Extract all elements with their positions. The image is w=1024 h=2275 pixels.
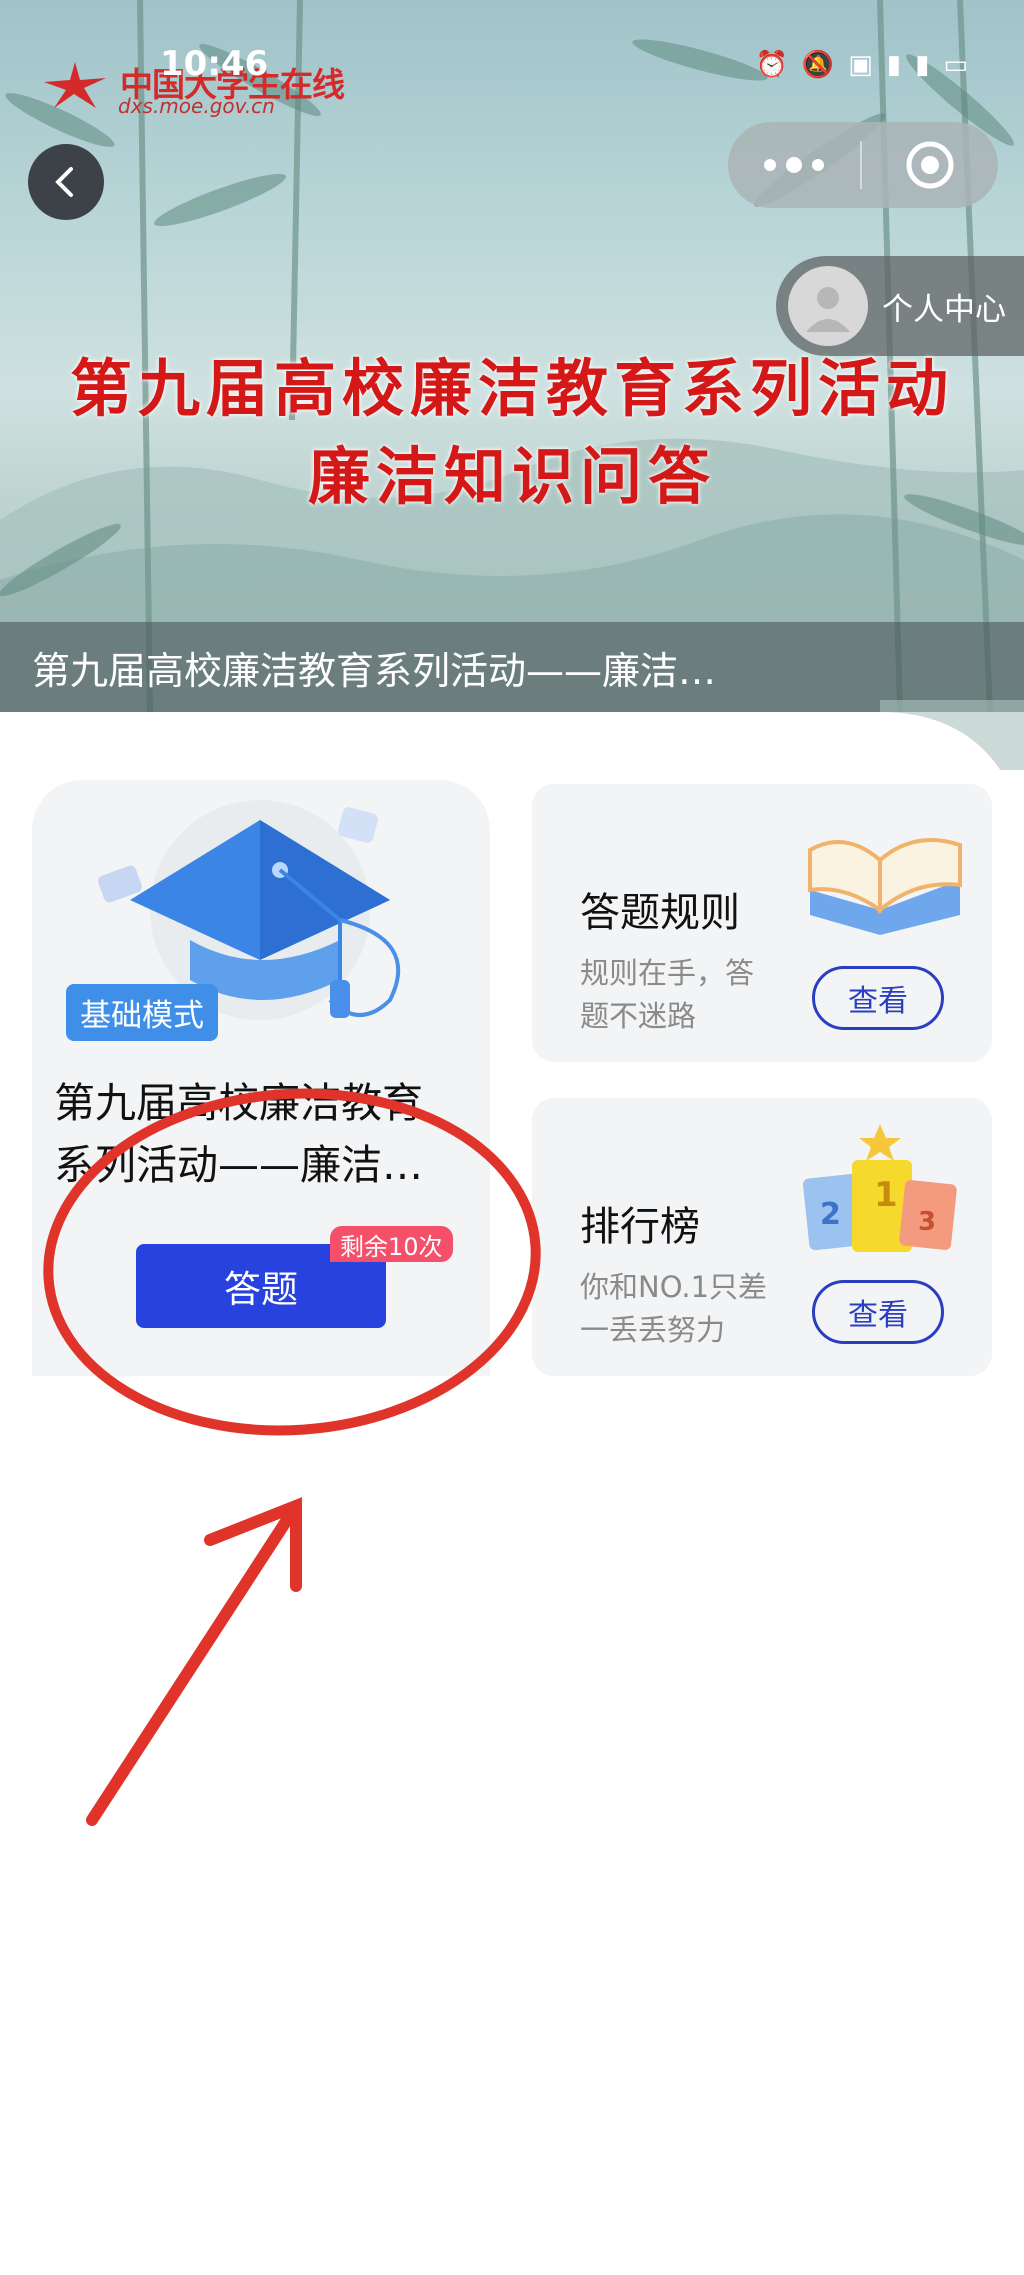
mode-badge: 基础模式 (66, 984, 218, 1041)
quiz-title: 第九届高校廉洁教育 系列活动——廉洁… (54, 1072, 464, 1196)
ranking-desc-line1: 你和NO.1只差 (580, 1270, 768, 1304)
rules-title: 答题规则 (580, 890, 740, 936)
ranking-title: 排行榜 (580, 1204, 700, 1250)
chevron-left-icon (55, 167, 73, 197)
open-book-illustration (808, 838, 962, 935)
rules-desc-line1: 规则在手，答 (580, 956, 755, 990)
avatar (788, 266, 868, 346)
rules-card[interactable]: 答题规则 规则在手，答 题不迷路 查看 (532, 784, 992, 1062)
mini-program-capsule (728, 122, 998, 208)
rank-1-label: 1 (874, 1175, 898, 1215)
rank-2-label: 2 (820, 1197, 841, 1232)
rank-3-label: 3 (918, 1207, 936, 1237)
personal-center-label: 个人中心 (882, 291, 1006, 328)
rules-desc-line2: 题不迷路 (580, 999, 697, 1033)
target-circle-icon (906, 141, 954, 189)
back-button[interactable] (28, 144, 104, 220)
podium-illustration: 2 1 3 (802, 1124, 957, 1252)
view-ranking-button[interactable]: 查看 (812, 1280, 944, 1344)
banner-caption: 第九届高校廉洁教育系列活动——廉洁… (0, 622, 1024, 712)
remaining-attempts-badge: 剩余10次 (330, 1226, 453, 1262)
quiz-title-line1: 第九届高校廉洁教育 (54, 1079, 423, 1127)
ranking-desc-line2: 一丢丢努力 (580, 1313, 726, 1347)
ranking-card[interactable]: 2 1 3 排行榜 你和NO.1只差 一丢丢努力 查看 (532, 1098, 992, 1376)
battery-icon: ▭ (943, 50, 968, 80)
banner-headline: 第九届高校廉洁教育系列活动 (69, 352, 954, 425)
more-button[interactable] (728, 157, 860, 173)
hd-icon: ▣ (848, 50, 873, 80)
dot-icon (812, 159, 824, 171)
user-icon (806, 287, 850, 332)
close-miniprogram-button[interactable] (862, 139, 998, 191)
status-icons: ⏰ 🔕 ▣ ▮ ▮ ▭ (755, 50, 968, 80)
banner: 中国大学生在线 dxs.moe.gov.cn 10:46 ⏰ 🔕 ▣ ▮ ▮ ▭ (0, 0, 1024, 712)
logo-url: dxs.moe.gov.cn (118, 94, 275, 118)
quiz-title-line2: 系列活动——廉洁… (54, 1141, 423, 1189)
view-rules-button[interactable]: 查看 (812, 966, 944, 1030)
dot-icon (764, 159, 776, 171)
status-time: 10:46 (160, 44, 269, 84)
ranking-description: 你和NO.1只差 一丢丢努力 (580, 1266, 780, 1352)
signal-5g-icon: ▮ (886, 50, 902, 80)
dot-icon (786, 157, 802, 173)
banner-subheadline: 廉洁知识问答 (307, 440, 716, 513)
rules-description: 规则在手，答 题不迷路 (580, 952, 780, 1038)
mute-icon: 🔕 (801, 50, 835, 80)
logo-star-icon (44, 62, 106, 108)
signal-icon: ▮ (915, 50, 930, 80)
alarm-icon: ⏰ (755, 50, 788, 80)
